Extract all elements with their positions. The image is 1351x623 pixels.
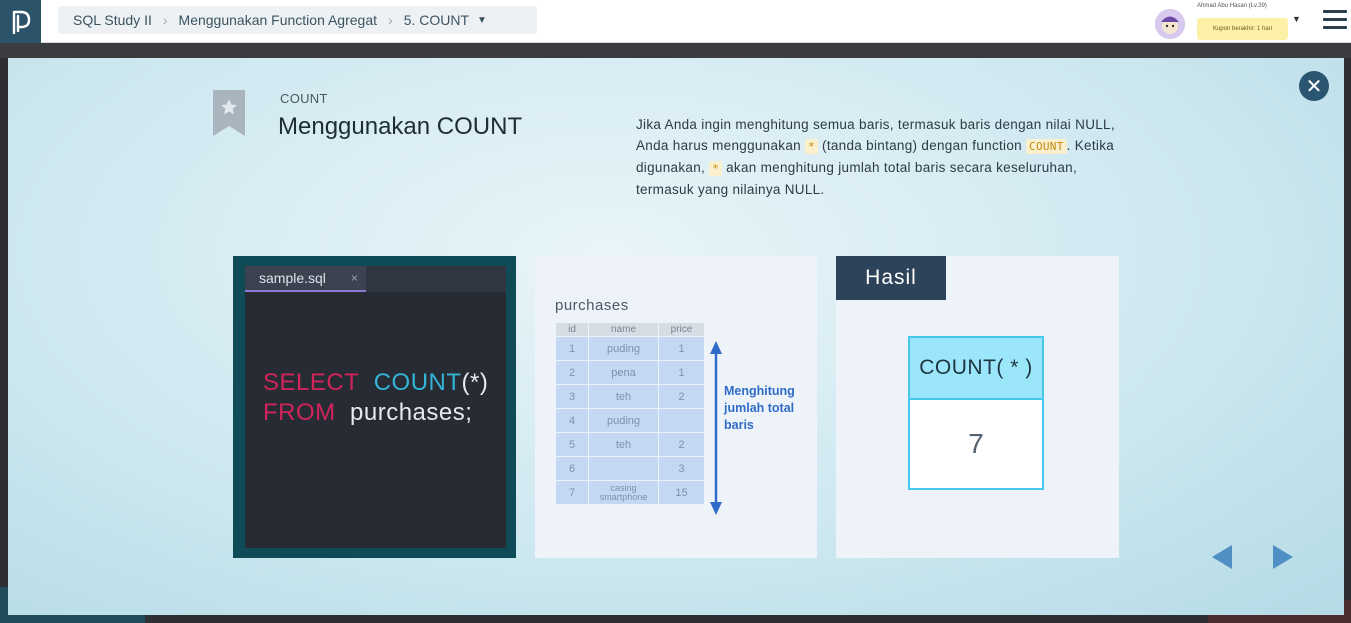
- table-cell: teh: [588, 384, 659, 409]
- prev-arrow-icon[interactable]: [1210, 544, 1234, 570]
- keyword-select: SELECT: [263, 369, 360, 396]
- table-cell: 5: [555, 432, 589, 457]
- table-row: 5 teh 2: [555, 432, 705, 457]
- user-menu[interactable]: Ahmad Abu Hasan (Lv.39) Kupon berakhir: …: [1155, 3, 1305, 43]
- table-row: 3 teh 2: [555, 384, 705, 409]
- avatar-icon: [1155, 9, 1185, 39]
- code-chip: *: [709, 161, 723, 176]
- top-bar: SQL Study II › Menggunakan Function Agre…: [0, 0, 1351, 43]
- coupon-badge: Kupon berakhir: 1 hari: [1197, 18, 1288, 40]
- code-table-name: purchases;: [350, 399, 473, 426]
- column-header: name: [588, 322, 659, 337]
- table-row: 4 puding: [555, 408, 705, 433]
- backdrop: [0, 43, 1351, 58]
- table-title: purchases: [555, 297, 629, 314]
- avatar[interactable]: [1155, 9, 1185, 39]
- slide-kicker: COUNT: [280, 91, 328, 106]
- code-args: (*): [461, 369, 489, 396]
- bookmark-star-icon: [213, 90, 245, 136]
- table-cell: 7: [555, 480, 589, 505]
- table-cell: 1: [658, 360, 705, 385]
- code-line: FROM purchases;: [263, 398, 488, 428]
- table-cell: puding: [588, 336, 659, 361]
- result-column-header: COUNT( * ): [910, 338, 1042, 400]
- table-row: 7 casing smartphone 15: [555, 480, 705, 505]
- table-cell: 1: [658, 336, 705, 361]
- table-row: 6 3: [555, 456, 705, 481]
- table-cell: 2: [658, 432, 705, 457]
- caret-down-icon[interactable]: ▼: [1292, 14, 1301, 24]
- purchases-table: id name price 1 puding 1 2 pena 1 3 teh …: [555, 322, 705, 505]
- logo[interactable]: [0, 0, 41, 43]
- editor-tab-label: sample.sql: [259, 270, 326, 286]
- table-cell: [658, 408, 705, 433]
- table-cell: 15: [658, 480, 705, 505]
- table-cell: 1: [555, 336, 589, 361]
- table-cell: casing smartphone: [588, 480, 659, 505]
- code-editor: sample.sql × SELECT COUNT(*) FROM purcha…: [245, 266, 506, 548]
- arrow-note-line: baris: [724, 418, 754, 432]
- keyword-from: FROM: [263, 399, 336, 426]
- sql-code: SELECT COUNT(*) FROM purchases;: [263, 368, 488, 428]
- result-tag: Hasil: [836, 256, 946, 300]
- arrow-note: Menghitung jumlah total baris: [724, 383, 795, 434]
- function-count: COUNT: [373, 369, 462, 396]
- logo-icon: [12, 10, 30, 34]
- slide-description: Jika Anda ingin menghitung semua baris, …: [636, 114, 1126, 200]
- code-chip: COUNT: [1026, 139, 1067, 154]
- column-header: id: [555, 322, 589, 337]
- result-value: 7: [910, 400, 1042, 488]
- table-cell: 2: [555, 360, 589, 385]
- chevron-right-icon: ›: [388, 12, 393, 28]
- breadcrumb-chapter[interactable]: Menggunakan Function Agregat: [179, 12, 377, 28]
- column-header: price: [658, 322, 705, 337]
- table-cell: 3: [658, 456, 705, 481]
- table-header-row: id name price: [555, 322, 705, 337]
- table-cell: 6: [555, 456, 589, 481]
- hamburger-menu-icon[interactable]: [1323, 10, 1347, 30]
- table-cell: teh: [588, 432, 659, 457]
- breadcrumb: SQL Study II › Menggunakan Function Agre…: [58, 6, 537, 34]
- breadcrumb-course[interactable]: SQL Study II: [73, 12, 152, 28]
- desc-text: (tanda bintang) dengan function: [817, 138, 1027, 153]
- editor-tab[interactable]: sample.sql ×: [245, 266, 366, 292]
- code-chip: *: [805, 139, 818, 154]
- arrow-note-line: jumlah total: [724, 401, 795, 415]
- table-row: 1 puding 1: [555, 336, 705, 361]
- table-panel: purchases id name price 1 puding 1 2 pen…: [535, 256, 817, 558]
- table-cell: 2: [658, 384, 705, 409]
- chevron-right-icon: ›: [162, 12, 168, 28]
- code-editor-panel: sample.sql × SELECT COUNT(*) FROM purcha…: [233, 256, 516, 558]
- result-panel: Hasil COUNT( * ) 7: [836, 256, 1119, 558]
- table-row: 2 pena 1: [555, 360, 705, 385]
- close-icon[interactable]: ✕: [1299, 71, 1329, 101]
- close-tab-icon[interactable]: ×: [351, 266, 358, 291]
- breadcrumb-slide[interactable]: 5. COUNT: [404, 12, 469, 28]
- editor-tabbar: sample.sql ×: [245, 266, 506, 292]
- slide-modal: ✕ COUNT Menggunakan COUNT Jika Anda ingi…: [8, 58, 1344, 615]
- result-table: COUNT( * ) 7: [908, 336, 1044, 490]
- arrow-note-line: Menghitung: [724, 384, 795, 398]
- caret-down-icon[interactable]: ▼: [477, 15, 487, 26]
- table-cell: [588, 456, 659, 481]
- next-arrow-icon[interactable]: [1271, 544, 1295, 570]
- table-cell: 3: [555, 384, 589, 409]
- code-line: SELECT COUNT(*): [263, 368, 488, 398]
- double-arrow-icon: [710, 341, 722, 515]
- table-cell: puding: [588, 408, 659, 433]
- table-cell: pena: [588, 360, 659, 385]
- slide-title: Menggunakan COUNT: [278, 113, 523, 140]
- user-name: Ahmad Abu Hasan (Lv.39): [1197, 3, 1267, 9]
- table-cell: 4: [555, 408, 589, 433]
